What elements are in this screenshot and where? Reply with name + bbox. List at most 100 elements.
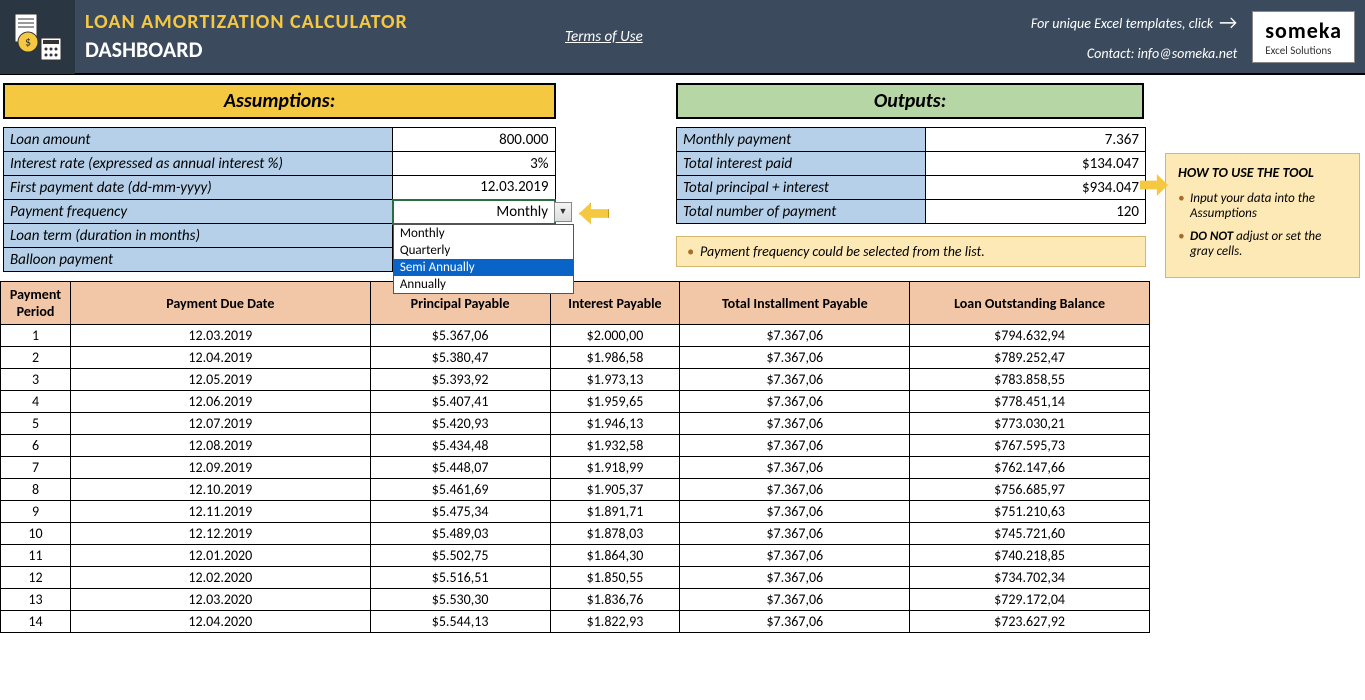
table-cell[interactable]: 12.03.2019 — [70, 325, 370, 347]
frequency-option[interactable]: Semi Annually — [394, 259, 573, 276]
logo[interactable]: someka Excel Solutions — [1252, 11, 1355, 63]
table-cell[interactable]: $5.434,48 — [370, 435, 550, 457]
table-cell[interactable]: $7.367,06 — [680, 435, 910, 457]
table-cell[interactable]: $5.407,41 — [370, 391, 550, 413]
table-cell[interactable]: $762.147,66 — [910, 457, 1150, 479]
table-cell[interactable]: $740.218,85 — [910, 545, 1150, 567]
table-cell[interactable]: 12.03.2020 — [70, 589, 370, 611]
table-cell[interactable]: $7.367,06 — [680, 325, 910, 347]
table-cell[interactable]: $1.959,65 — [550, 391, 680, 413]
callout-arrow — [579, 203, 609, 225]
table-cell[interactable]: 12.08.2019 — [70, 435, 370, 457]
table-cell[interactable]: $5.475,34 — [370, 501, 550, 523]
table-cell[interactable]: $1.973,13 — [550, 369, 680, 391]
table-cell[interactable]: 12.05.2019 — [70, 369, 370, 391]
amort-header: Total Installment Payable — [680, 282, 910, 325]
frequency-option[interactable]: Monthly — [394, 225, 573, 242]
table-cell[interactable]: $2.000,00 — [550, 325, 680, 347]
table-cell[interactable]: $7.367,06 — [680, 457, 910, 479]
table-cell[interactable]: $7.367,06 — [680, 567, 910, 589]
table-cell[interactable]: $5.367,06 — [370, 325, 550, 347]
table-cell[interactable]: 11 — [1, 545, 71, 567]
input-loan-amount[interactable]: 800.000 — [393, 128, 555, 152]
table-cell[interactable]: $1.850,55 — [550, 567, 680, 589]
table-cell[interactable]: $7.367,06 — [680, 413, 910, 435]
table-cell[interactable]: $734.702,34 — [910, 567, 1150, 589]
table-cell[interactable]: $783.858,55 — [910, 369, 1150, 391]
table-cell[interactable]: 10 — [1, 523, 71, 545]
table-cell[interactable]: $1.864,30 — [550, 545, 680, 567]
table-cell[interactable]: 12.06.2019 — [70, 391, 370, 413]
table-cell[interactable]: $756.685,97 — [910, 479, 1150, 501]
table-cell[interactable]: $7.367,06 — [680, 347, 910, 369]
table-cell[interactable]: $5.516,51 — [370, 567, 550, 589]
table-cell[interactable]: $745.721,60 — [910, 523, 1150, 545]
table-cell[interactable]: 6 — [1, 435, 71, 457]
table-cell[interactable]: 3 — [1, 369, 71, 391]
table-cell[interactable]: $751.210,63 — [910, 501, 1150, 523]
table-cell[interactable]: $767.595,73 — [910, 435, 1150, 457]
table-cell[interactable]: 5 — [1, 413, 71, 435]
table-cell[interactable]: $794.632,94 — [910, 325, 1150, 347]
table-cell[interactable]: 12 — [1, 567, 71, 589]
table-cell[interactable]: $1.932,58 — [550, 435, 680, 457]
table-cell[interactable]: $5.461,69 — [370, 479, 550, 501]
table-cell[interactable]: $5.420,93 — [370, 413, 550, 435]
table-cell[interactable]: 12.10.2019 — [70, 479, 370, 501]
table-cell[interactable]: $789.252,47 — [910, 347, 1150, 369]
table-cell[interactable]: 13 — [1, 589, 71, 611]
frequency-dropdown-list[interactable]: MonthlyQuarterlySemi AnnuallyAnnually — [393, 224, 574, 294]
table-cell[interactable]: $7.367,06 — [680, 611, 910, 633]
table-cell[interactable]: $1.891,71 — [550, 501, 680, 523]
table-cell[interactable]: $7.367,06 — [680, 545, 910, 567]
table-cell[interactable]: 14 — [1, 611, 71, 633]
table-cell[interactable]: 12.01.2020 — [70, 545, 370, 567]
frequency-dropdown-button[interactable]: ▼ — [554, 202, 572, 222]
table-cell[interactable]: 1 — [1, 325, 71, 347]
table-cell[interactable]: $1.905,37 — [550, 479, 680, 501]
table-cell[interactable]: $7.367,06 — [680, 369, 910, 391]
table-cell[interactable]: 12.04.2020 — [70, 611, 370, 633]
table-cell[interactable]: $1.878,03 — [550, 523, 680, 545]
table-cell[interactable]: 4 — [1, 391, 71, 413]
table-cell[interactable]: 12.02.2020 — [70, 567, 370, 589]
terms-link[interactable]: Terms of Use — [565, 28, 643, 46]
input-first-payment[interactable]: 12.03.2019 — [393, 176, 555, 200]
table-cell[interactable]: $7.367,06 — [680, 501, 910, 523]
table-cell[interactable]: $773.030,21 — [910, 413, 1150, 435]
table-cell[interactable]: 12.07.2019 — [70, 413, 370, 435]
logo-sub: Excel Solutions — [1265, 44, 1342, 57]
table-cell[interactable]: $778.451,14 — [910, 391, 1150, 413]
table-cell[interactable]: 7 — [1, 457, 71, 479]
table-cell[interactable]: 9 — [1, 501, 71, 523]
table-cell[interactable]: $5.489,03 — [370, 523, 550, 545]
table-cell[interactable]: 12.04.2019 — [70, 347, 370, 369]
table-cell[interactable]: $1.986,58 — [550, 347, 680, 369]
table-cell[interactable]: $729.172,04 — [910, 589, 1150, 611]
table-cell[interactable]: $1.918,99 — [550, 457, 680, 479]
table-cell[interactable]: 12.11.2019 — [70, 501, 370, 523]
table-cell[interactable]: $723.627,92 — [910, 611, 1150, 633]
frequency-option[interactable]: Quarterly — [394, 242, 573, 259]
table-cell[interactable]: $5.502,75 — [370, 545, 550, 567]
table-cell[interactable]: $5.530,30 — [370, 589, 550, 611]
table-cell[interactable]: 12.12.2019 — [70, 523, 370, 545]
table-cell[interactable]: $1.836,76 — [550, 589, 680, 611]
table-cell[interactable]: 2 — [1, 347, 71, 369]
table-cell[interactable]: $7.367,06 — [680, 523, 910, 545]
table-cell[interactable]: $5.380,47 — [370, 347, 550, 369]
table-cell[interactable]: $1.822,93 — [550, 611, 680, 633]
table-cell[interactable]: $5.544,13 — [370, 611, 550, 633]
table-cell[interactable]: 12.09.2019 — [70, 457, 370, 479]
table-cell[interactable]: $1.946,13 — [550, 413, 680, 435]
input-frequency[interactable]: Monthly ▼ MonthlyQuarterlySemi AnnuallyA… — [393, 200, 555, 224]
table-cell[interactable]: $7.367,06 — [680, 589, 910, 611]
input-interest-rate[interactable]: 3% — [393, 152, 555, 176]
frequency-option[interactable]: Annually — [394, 276, 573, 293]
table-cell[interactable]: $7.367,06 — [680, 479, 910, 501]
header-links: Terms of Use — [555, 28, 1031, 46]
table-cell[interactable]: 8 — [1, 479, 71, 501]
table-cell[interactable]: $7.367,06 — [680, 391, 910, 413]
table-cell[interactable]: $5.393,92 — [370, 369, 550, 391]
table-cell[interactable]: $5.448,07 — [370, 457, 550, 479]
